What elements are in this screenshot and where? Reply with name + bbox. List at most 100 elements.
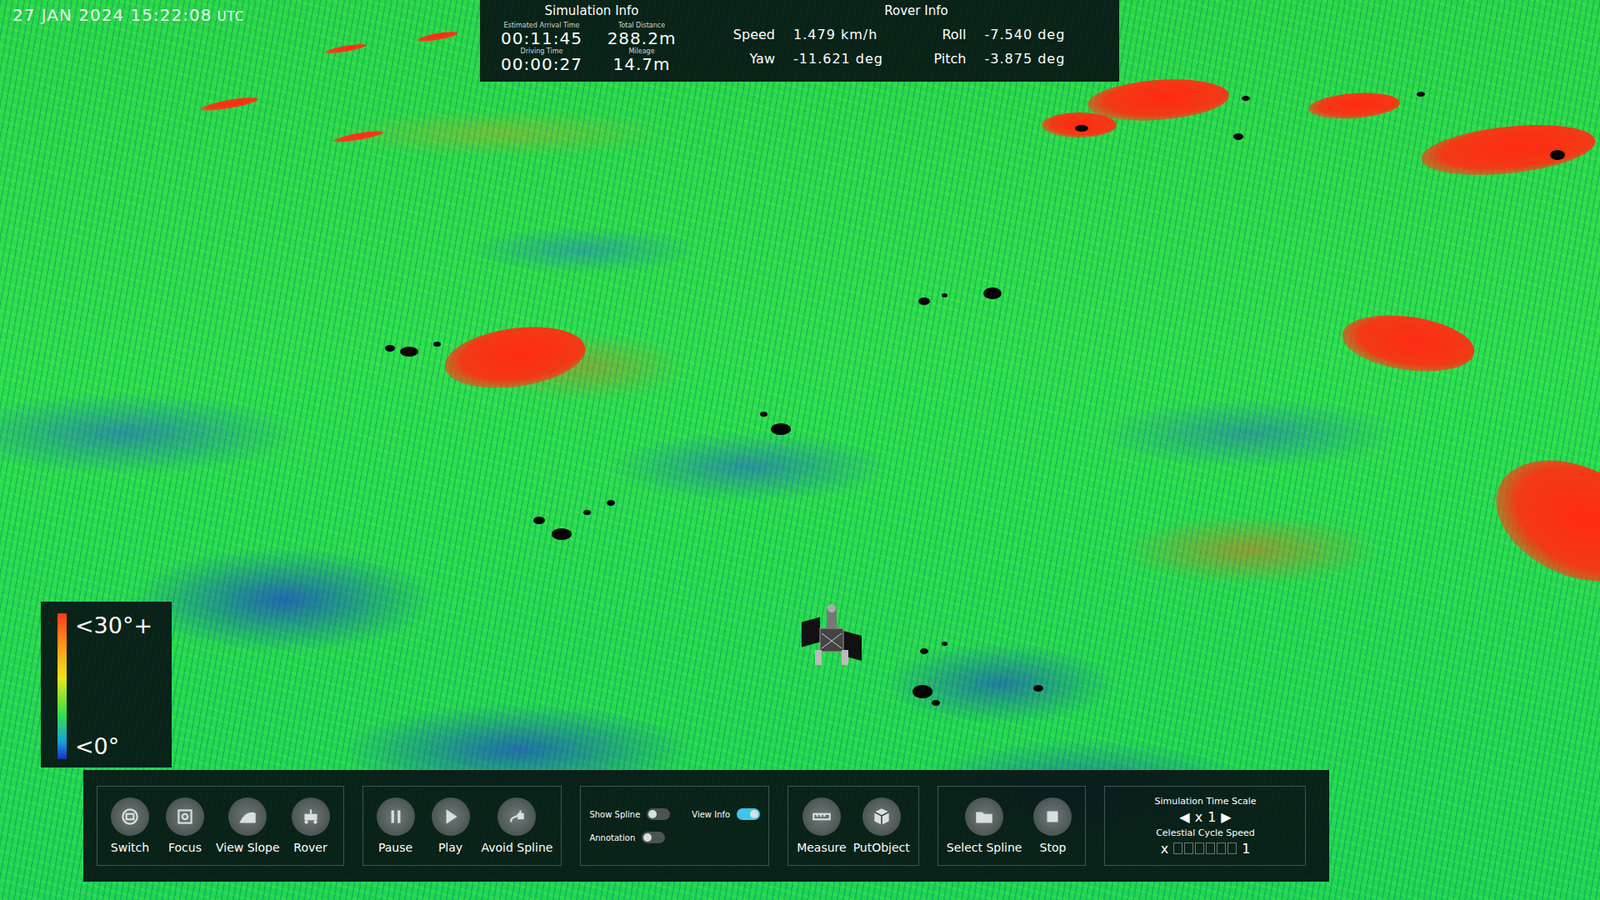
- rover-field-value: -11.621 deg: [793, 50, 884, 67]
- toolbar-group: Measure PutObject: [787, 785, 920, 866]
- cycle-speed-digits[interactable]: [1173, 842, 1237, 855]
- rover-icon[interactable]: [291, 797, 330, 836]
- time-scale-right[interactable]: ▶: [1220, 809, 1231, 825]
- focus-icon[interactable]: [165, 797, 205, 836]
- toggle-switch[interactable]: [641, 831, 665, 844]
- toolbar-button-label[interactable]: Focus: [168, 840, 202, 855]
- timestamp-zone: UTC: [216, 9, 245, 25]
- sim-field-label: Mileage: [628, 47, 655, 55]
- bottom-area: <30°+<0°SwitchFocusView SlopeRoverPauseP…: [0, 601, 1600, 900]
- toolbar-button[interactable]: PutObject: [853, 797, 910, 855]
- toolbar-button-label[interactable]: Play: [438, 840, 463, 855]
- folder-icon[interactable]: [965, 797, 1004, 836]
- toolbar-button[interactable]: Rover: [286, 797, 335, 855]
- top-bar: 27 JAN 2024 15:22:08UTC Simulation InfoEs…: [0, 0, 1600, 82]
- toggle-label: Annotation: [589, 833, 635, 843]
- rock: [770, 423, 791, 435]
- toolbar-button[interactable]: View Slope: [215, 797, 280, 855]
- rover-field-label: Yaw: [725, 50, 775, 67]
- rock: [1550, 150, 1565, 160]
- rover-field: Roll-7.540 deg: [916, 26, 1109, 43]
- digit-box: [1227, 842, 1237, 855]
- rock: [912, 685, 933, 699]
- toolbar-button-label[interactable]: PutObject: [853, 840, 910, 855]
- rock: [1233, 133, 1244, 140]
- toolbar-button-label[interactable]: Select Spline: [946, 840, 1023, 855]
- rock: [400, 346, 419, 357]
- toolbar-button-label[interactable]: Rover: [293, 840, 327, 855]
- rock: [533, 516, 545, 525]
- sim-field: Total Distance288.2m: [591, 21, 692, 48]
- rover-info: Rover InfoSpeed1.479 km/hRoll-7.540 degY…: [725, 1, 1108, 79]
- cycle-speed-value[interactable]: 1: [1241, 840, 1250, 857]
- rock: [920, 648, 929, 655]
- crater: [325, 42, 367, 56]
- cycle-speed-title: Celestial Cycle Speed: [1155, 827, 1255, 839]
- play-icon[interactable]: [431, 797, 470, 836]
- simulation-info: Simulation InfoEstimated Arrival Time00:…: [491, 1, 692, 79]
- cycle-speed-control: x1: [1160, 840, 1251, 857]
- sim-field-value: 14.7m: [612, 55, 670, 74]
- toolbar-button[interactable]: Select Spline: [946, 797, 1023, 855]
- toggle-knob: [648, 810, 657, 819]
- rock: [983, 287, 1002, 300]
- sim-field-value: 00:11:45: [500, 29, 583, 48]
- rock: [760, 411, 768, 417]
- time-scale-value[interactable]: 1: [1207, 809, 1216, 825]
- slope-icon[interactable]: [228, 797, 267, 836]
- info-panel: Simulation InfoEstimated Arrival Time00:…: [480, 0, 1120, 82]
- toolbar-button[interactable]: Stop: [1028, 797, 1077, 855]
- sim-field-label: Estimated Arrival Time: [503, 21, 580, 30]
- toolbar-button-label[interactable]: Measure: [796, 840, 847, 855]
- toolbar-button-label[interactable]: Avoid Spline: [481, 840, 554, 855]
- rover-field-value: -7.540 deg: [985, 26, 1066, 43]
- toolbar-button[interactable]: Focus: [160, 797, 210, 855]
- rock: [931, 700, 940, 706]
- cycle-speed-prefix: x: [1160, 840, 1169, 857]
- toolbar-button[interactable]: Switch: [105, 797, 155, 855]
- toggle-row[interactable]: View Info: [691, 808, 760, 820]
- time-scale-control: ◀ x1▶: [1179, 809, 1231, 825]
- pause-icon[interactable]: [376, 797, 415, 836]
- rock: [583, 510, 591, 515]
- digit-box: [1195, 842, 1205, 855]
- toolbar-button-label[interactable]: Switch: [110, 840, 150, 855]
- toolbar-button-label[interactable]: Pause: [378, 840, 413, 855]
- time-scale-prefix: x: [1195, 809, 1203, 825]
- toggle-row[interactable]: Show Spline: [589, 808, 670, 820]
- rover-field-value: -3.875 deg: [985, 50, 1066, 67]
- toggle-switch[interactable]: [736, 808, 760, 820]
- legend-labels: <30°+<0°: [75, 613, 153, 760]
- sim-field-value: 00:00:27: [500, 55, 583, 74]
- camera-switch-icon[interactable]: [110, 797, 150, 836]
- toolbar-button-label[interactable]: Stop: [1040, 840, 1067, 855]
- toolbar-group: Pause Play Avoid Spline: [362, 785, 563, 866]
- terrain-view[interactable]: [0, 0, 1600, 900]
- cube-icon[interactable]: [862, 797, 901, 836]
- digit-box: [1216, 842, 1226, 855]
- ruler-icon[interactable]: [802, 797, 841, 836]
- rock: [385, 345, 395, 352]
- rock: [433, 341, 441, 347]
- rover-field-label: Speed: [725, 26, 775, 43]
- rock: [941, 641, 948, 646]
- toolbar-group: Show Spline View Info Annotation: [580, 785, 770, 866]
- toolbar-group: Select Spline Stop: [937, 785, 1087, 866]
- toolbar-button[interactable]: Measure: [796, 797, 847, 855]
- sim-field-label: Driving Time: [520, 47, 564, 55]
- rover-field: Speed1.479 km/h: [725, 26, 917, 43]
- toolbar-button[interactable]: Pause: [371, 797, 420, 855]
- sim-field: Mileage14.7m: [591, 47, 692, 74]
- crater: [1476, 436, 1600, 605]
- avoid-spline-icon[interactable]: [497, 797, 536, 836]
- time-scale-left[interactable]: ◀: [1179, 809, 1190, 825]
- toolbar-button[interactable]: Avoid Spline: [481, 797, 554, 855]
- timestamp-date: 27 JAN 2024 15:22:08: [12, 5, 212, 25]
- rover-icon[interactable]: [796, 600, 867, 672]
- toggle-row[interactable]: Annotation: [589, 831, 670, 844]
- stop-icon[interactable]: [1033, 797, 1072, 836]
- legend-gradient: [57, 613, 67, 760]
- toolbar-button-label[interactable]: View Slope: [215, 840, 280, 855]
- toggle-switch[interactable]: [646, 808, 670, 820]
- toolbar-button[interactable]: Play: [426, 797, 475, 855]
